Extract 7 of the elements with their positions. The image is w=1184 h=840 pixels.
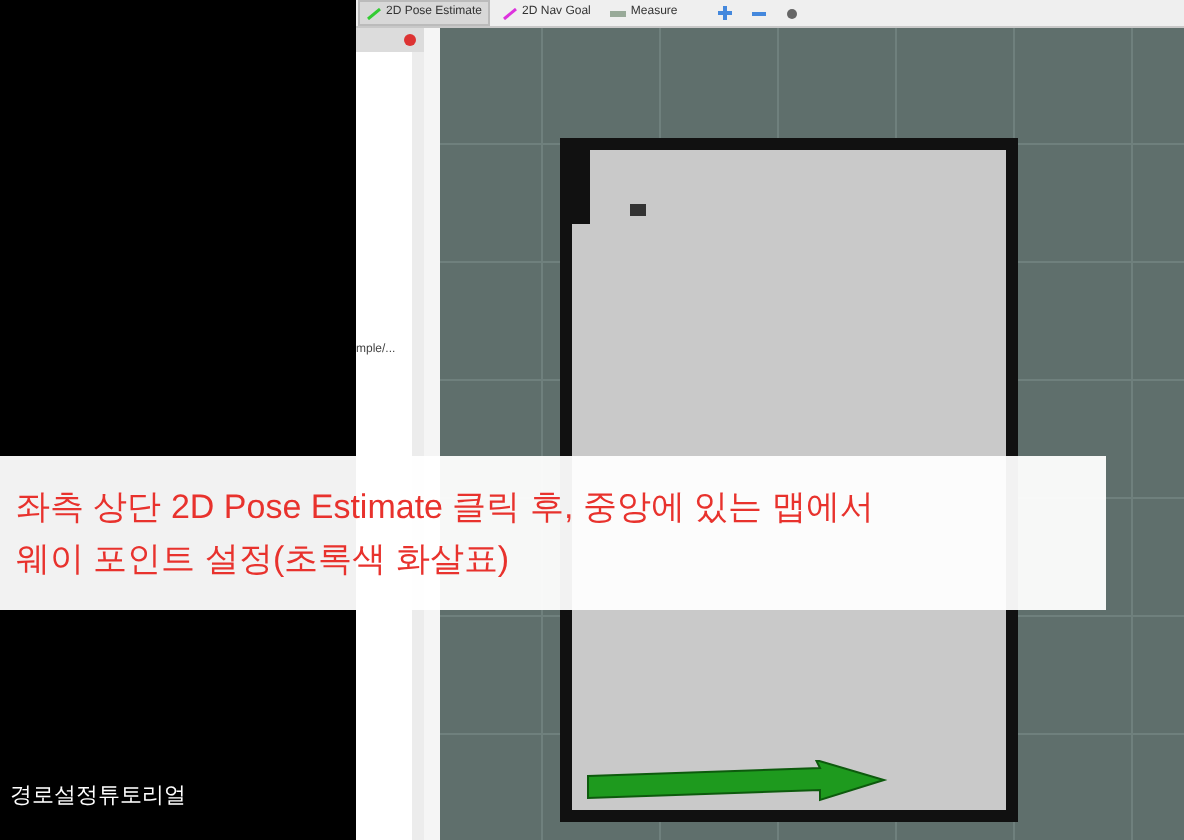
minus-icon[interactable] [751, 9, 766, 17]
video-title: 경로설정튜토리얼 [10, 786, 186, 808]
caption-text: 좌측 상단 2D Pose Estimate 클릭 후, 중앙에 있는 맵에서 [16, 486, 874, 529]
close-icon[interactable] [404, 34, 416, 46]
arrow-icon [584, 760, 888, 804]
caption-text: 웨이 포인트 설정(초록색 화살표) [16, 537, 509, 580]
ruler-icon [610, 7, 627, 19]
